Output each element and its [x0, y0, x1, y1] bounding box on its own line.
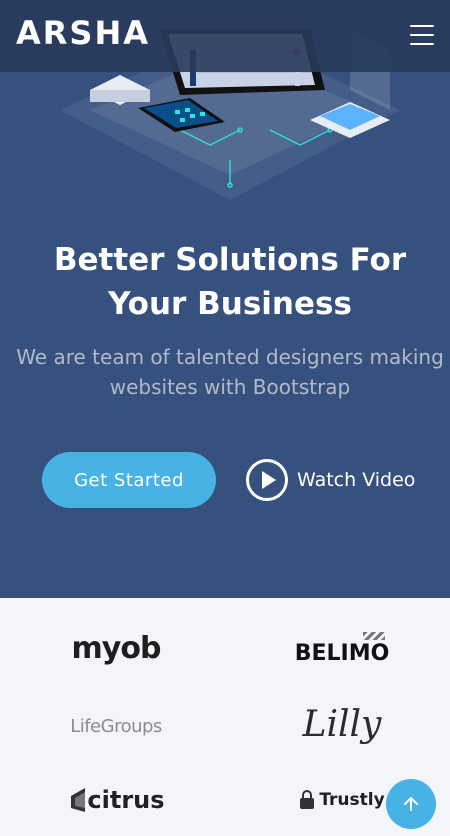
- citrus-logo-text: citrus: [87, 786, 165, 814]
- citrus-mark-icon: [71, 788, 86, 812]
- belimo-logo-text: BELIMO: [295, 631, 389, 666]
- watch-video-link[interactable]: Watch Video: [246, 458, 415, 502]
- hamburger-menu-icon[interactable]: [404, 22, 440, 50]
- arrow-up-icon: [404, 797, 418, 811]
- menu-bar: [410, 25, 434, 27]
- citrus-logo: citrus: [67, 786, 165, 814]
- hero-subtitle: We are team of talented designers making…: [16, 345, 444, 399]
- play-circle-icon: [246, 459, 288, 501]
- site-header: ARSHA: [0, 0, 450, 72]
- menu-bar: [410, 34, 434, 36]
- menu-bar: [410, 43, 434, 45]
- myob-logo-text: myob: [71, 630, 162, 666]
- client-logo-citrus: citrus: [36, 780, 196, 820]
- hero-title: Better Solutions For Your Business: [53, 242, 407, 322]
- client-logo-lifegroups: LifeGroups: [36, 706, 196, 746]
- site-logo[interactable]: ARSHA: [16, 14, 150, 52]
- client-logo-lilly: Lilly: [262, 703, 422, 745]
- lock-icon: [300, 790, 315, 809]
- lilly-logo-text: Lilly: [302, 703, 382, 745]
- lifegroups-logo-text: LifeGroups: [70, 715, 162, 737]
- client-logo-belimo: BELIMO: [262, 630, 422, 670]
- trustly-logo: Trustly: [299, 790, 385, 810]
- clients-section: myob BELIMO LifeGroups Lilly citrus Trus…: [0, 598, 450, 836]
- trustly-logo-text: Trustly: [319, 790, 385, 810]
- back-to-top-button[interactable]: [386, 779, 436, 829]
- get-started-button[interactable]: Get Started: [42, 452, 216, 508]
- client-logo-myob: myob: [36, 628, 196, 668]
- watch-video-label: Watch Video: [297, 469, 416, 491]
